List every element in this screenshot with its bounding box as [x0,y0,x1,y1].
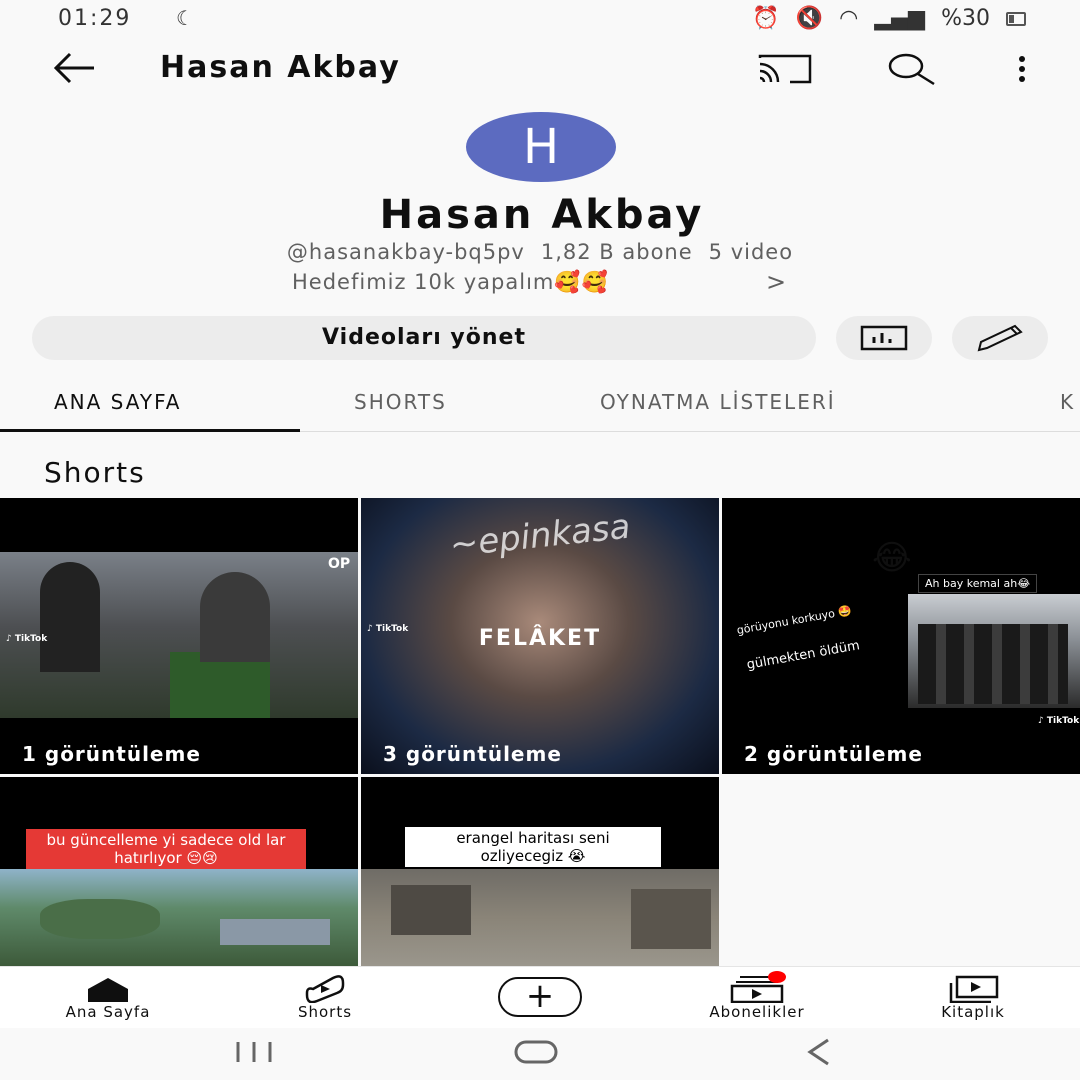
wifi-icon: ◠ [839,6,859,31]
short-side-caption-1: görüyonu korkuyo 🤩 [735,603,853,638]
short-overlay-text: FELÂKET [478,626,602,651]
battery-icon [1006,11,1026,26]
view-count: 3 görüntüleme [383,742,562,766]
battery-level: %30 [941,6,990,31]
mute-icon: 🔇 [795,6,824,31]
nav-shorts-label: Shorts [297,1003,353,1021]
back-system-icon[interactable] [804,1038,834,1066]
more-vert-icon [1019,56,1025,62]
shorts-icon [305,975,345,1003]
short-item-3[interactable]: 😂 Ah bay kemal ah😂 görüyonu korkuyo 🤩 gü… [722,498,1080,774]
library-icon [949,975,999,1003]
nav-home[interactable]: Ana Sayfa [48,973,168,1021]
nav-home-label: Ana Sayfa [65,1003,151,1021]
short-side-caption-2: gülmekten öldüm [745,638,861,673]
active-tab-indicator [0,429,300,432]
home-icon [88,978,128,1002]
shorts-grid: ♪ TikTok OP 1 görüntüleme ~epinkasa FELÂ… [0,498,1080,966]
short-caption: Ah bay kemal ah😂 [918,574,1038,593]
analytics-icon [860,325,908,351]
nav-subscriptions-label: Abonelikler [709,1003,805,1021]
status-indicators: ⏰ 🔇 ◠ ▂▄▆ %30 [752,6,1026,31]
tiktok-watermark: ♪ TikTok [1038,716,1080,726]
create-button[interactable]: + [498,977,582,1017]
short-item-1[interactable]: ♪ TikTok OP 1 görüntüleme [0,498,358,774]
manage-videos-button[interactable]: Videoları yönet [32,316,816,360]
tab-playlists[interactable]: OYNATMA LİSTELERİ [600,390,836,414]
short-item-2[interactable]: ~epinkasa FELÂKET ♪ TikTok 3 görüntüleme [361,498,719,774]
short-caption: erangel haritası seni ozliyecegiz 😭 [405,827,661,867]
channel-avatar[interactable]: H [466,112,616,182]
video-count: 5 video [708,240,794,264]
do-not-disturb-icon: ☾ [176,6,194,30]
alarm-icon: ⏰ [752,6,780,31]
search-button[interactable] [886,52,936,86]
subscriber-count: 1,82 B abone [540,240,693,264]
signal-icon: ▂▄▆ [874,6,926,31]
tab-ana-sayfa[interactable]: ANA SAYFA [54,390,181,414]
status-time: 01:29 [58,6,132,31]
short-thumbnail [0,869,358,966]
short-thumbnail [0,552,358,718]
pencil-icon [977,324,1023,352]
tiktok-watermark: ♪ TikTok [6,634,48,644]
laughing-emoji: 😂 [872,538,912,578]
short-thumbnail [908,594,1080,708]
nav-shorts[interactable]: Shorts [280,973,370,1021]
short-caption: bu güncelleme yi sadece old lar hatırlıy… [26,829,306,869]
channel-name: Hasan Akbay [379,192,705,238]
channel-handle: @hasanakbay-bq5pv [286,240,525,264]
nav-library[interactable]: Kitaplık [928,973,1018,1021]
short-item-4[interactable]: bu güncelleme yi sadece old lar hatırlıy… [0,777,358,966]
add-icon: + [525,976,555,1016]
page-title: Hasan Akbay [160,50,401,85]
more-options-button[interactable] [1010,52,1034,86]
tiktok-watermark: ♪ TikTok [367,624,409,634]
edit-channel-button[interactable] [952,316,1048,360]
back-button[interactable] [50,48,102,90]
recent-apps-icon[interactable] [234,1038,276,1066]
notification-dot [768,971,786,983]
analytics-button[interactable] [836,316,932,360]
status-bar: 01:29 ☾ ⏰ 🔇 ◠ ▂▄▆ %30 [0,0,1080,40]
search-icon [888,53,935,86]
arrow-left-icon [53,52,94,84]
op-badge: OP [328,556,351,572]
cast-icon [758,54,812,84]
channel-meta: @hasanakbay-bq5pv 1,82 B abone 5 video [0,240,1080,264]
channel-description[interactable]: Hedefimiz 10k yapalım🥰🥰 [292,270,609,295]
section-title: Shorts [44,456,146,489]
short-thumbnail [361,869,719,966]
nav-subscriptions[interactable]: Abonelikler [690,973,824,1021]
system-navigation [0,1028,1080,1080]
view-count: 2 görüntüleme [744,742,923,766]
app-bar: Hasan Akbay [0,40,1080,98]
nav-library-label: Kitaplık [941,1003,1005,1021]
bottom-navigation: Ana Sayfa Shorts + Abonelikler Kitaplık [0,966,1080,1028]
short-item-5[interactable]: erangel haritası seni ozliyecegiz 😭 [361,777,719,966]
home-system-icon[interactable] [512,1038,560,1066]
tab-more[interactable]: K [1060,390,1075,414]
view-count: 1 görüntüleme [22,742,201,766]
chevron-right-icon[interactable]: > [766,268,786,296]
channel-tabs: ANA SAYFA SHORTS OYNATMA LİSTELERİ K [0,378,1080,432]
cast-button[interactable] [758,54,812,84]
tab-shorts[interactable]: SHORTS [354,390,447,414]
